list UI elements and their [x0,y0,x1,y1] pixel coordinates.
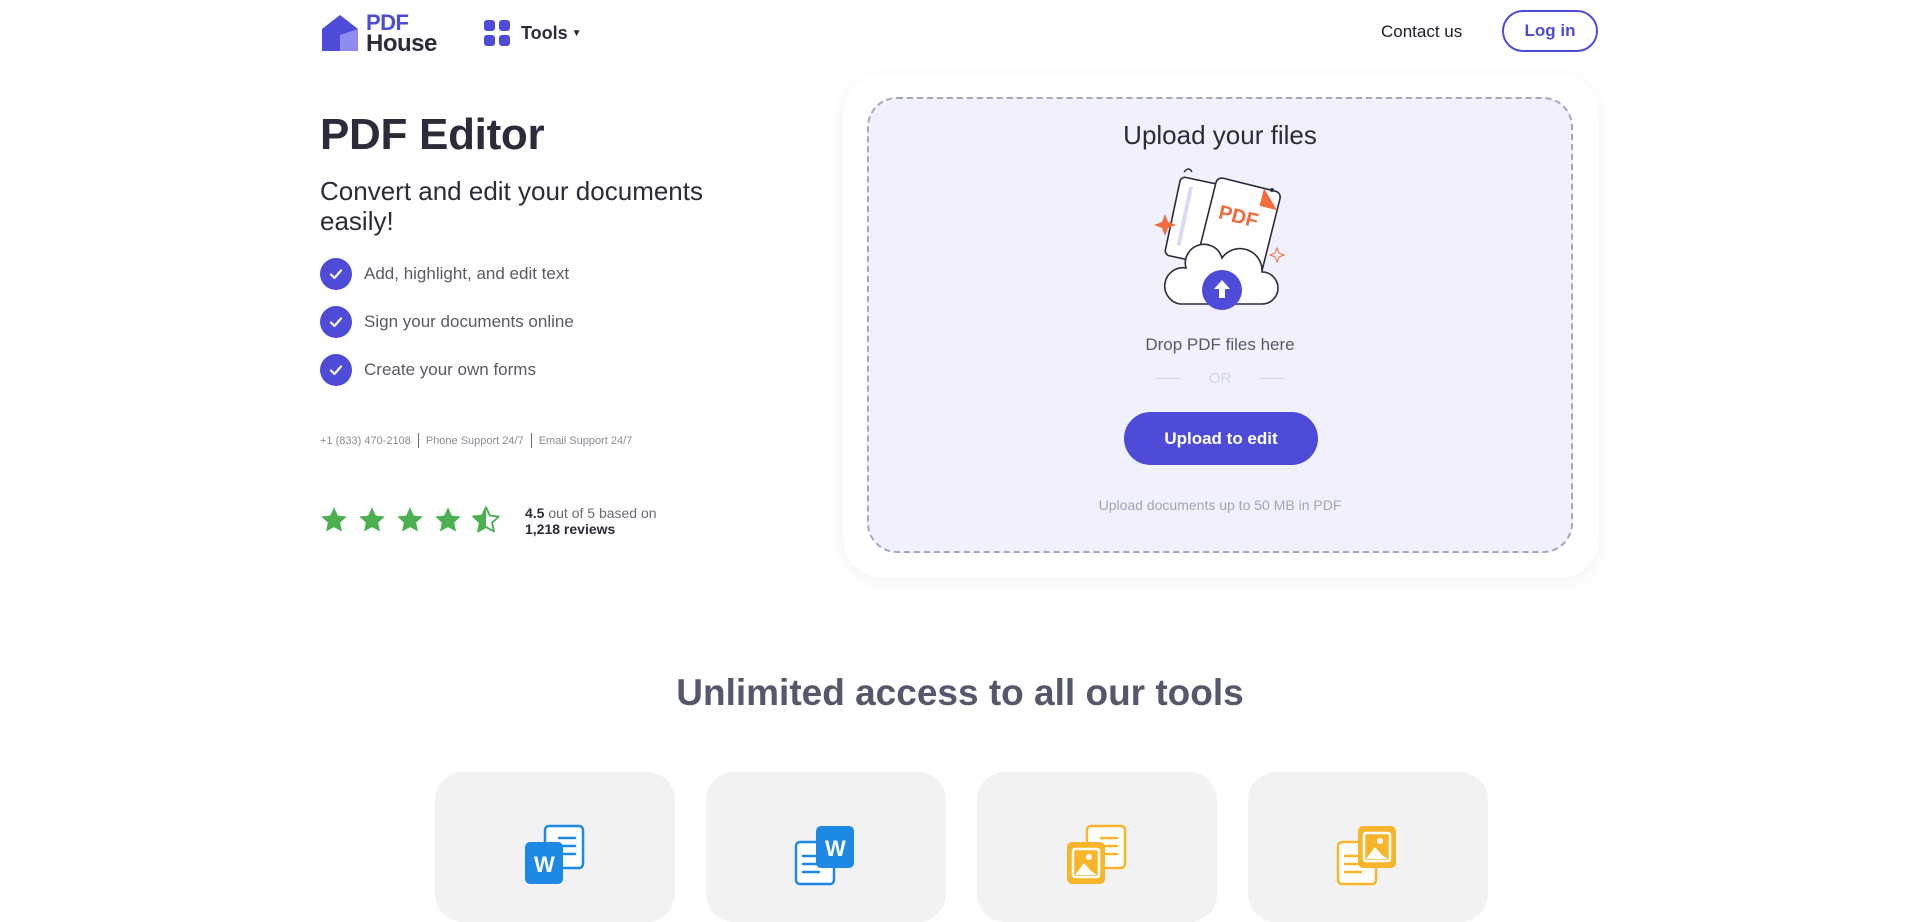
upload-limit-text: Upload documents up to 50 MB in PDF [1098,497,1342,513]
check-icon [320,306,352,338]
feature-item: Create your own forms [320,354,574,386]
phone-support-text: Phone Support 24/7 [425,434,524,447]
upload-title: Upload your files [1123,120,1317,150]
star-icon [359,507,385,532]
support-info: +1 (833) 470-2108 Phone Support 24/7 Ema… [320,433,632,448]
tools-label: Tools [521,22,568,43]
page-subtitle: Convert and edit your documents easily! [320,176,703,236]
word-letter: W [825,836,846,861]
divider [417,433,419,448]
word-back-icon: W [794,826,854,886]
tools-menu[interactable]: Tools ▼ [484,18,582,48]
contact-us-link[interactable]: Contact us [1381,22,1462,42]
rating-reviews-line: 1,218 reviews [525,521,657,537]
rating-score: 4.5 [525,505,545,521]
tool-card-word-to-pdf[interactable]: W [706,772,946,922]
support-phone[interactable]: +1 (833) 470-2108 [320,435,411,447]
or-text: OR [1208,370,1232,387]
email-support-text: Email Support 24/7 [538,434,633,447]
divider [1154,378,1181,379]
rating-reviews[interactable]: 1,218 reviews [525,521,615,537]
drop-text: Drop PDF files here [1145,335,1295,354]
half-star-icon [472,506,500,533]
check-icon [320,354,352,386]
rating-line: 4.5 out of 5 based on [525,505,657,521]
logo[interactable]: PDF House [320,12,440,57]
or-separator: OR [867,370,1573,387]
image-back-icon [1336,826,1396,886]
upload-to-edit-button[interactable]: Upload to edit [1124,412,1318,465]
rating-out-of: out of 5 based on [548,505,657,521]
tool-card-pdf-to-word[interactable]: W [435,772,675,922]
feature-item: Sign your documents online [320,306,574,338]
caret-down-icon: ▼ [571,27,582,39]
tool-card-pdf-to-image[interactable] [977,772,1217,922]
rating-stars [318,504,508,536]
tools-section-title: Unlimited access to all our tools [676,672,1244,713]
grid-icon [484,20,510,46]
star-icon [321,507,347,532]
feature-list: Add, highlight, and edit text Sign your … [320,258,574,402]
feature-text: Create your own forms [364,360,536,379]
divider [1259,378,1286,379]
upload-pdf-cloud-icon: PDF [1154,168,1286,310]
star-icon [397,507,423,532]
rating-summary: 4.5 out of 5 based on 1,218 reviews [525,505,657,537]
word-front-icon: W [525,824,585,884]
logo-text: PDF House [366,12,437,57]
check-icon [320,258,352,290]
feature-text: Sign your documents online [364,312,574,331]
tool-card-image-to-pdf[interactable] [1248,772,1488,922]
house-logo-icon [322,15,358,51]
feature-text: Add, highlight, and edit text [364,264,570,283]
login-button[interactable]: Log in [1502,10,1598,52]
star-icon [435,507,461,532]
feature-item: Add, highlight, and edit text [320,258,574,290]
divider [530,433,532,448]
word-letter: W [534,852,555,877]
image-front-icon [1067,824,1127,884]
page-title: PDF Editor [320,110,545,159]
logo-text-bottom: House [366,30,437,57]
